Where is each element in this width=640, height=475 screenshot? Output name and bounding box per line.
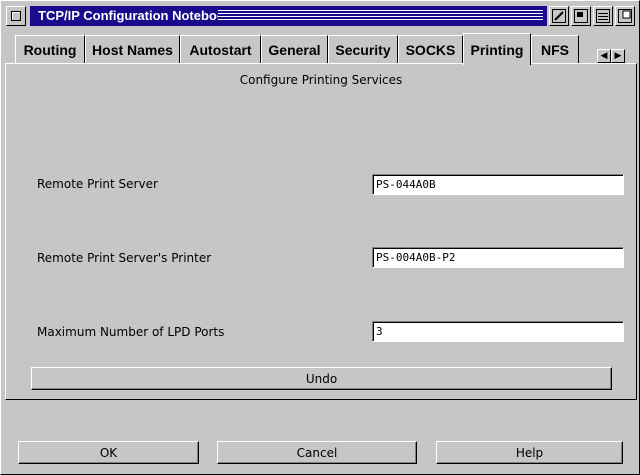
cancel-button[interactable]: Cancel	[217, 441, 417, 464]
ok-button[interactable]: OK	[18, 441, 199, 464]
remote-print-server-label: Remote Print Server	[37, 177, 158, 191]
tab-scroll-right-button[interactable]: ▶	[611, 49, 625, 63]
maximize-button[interactable]	[615, 6, 635, 26]
remote-printer-input[interactable]: PS-004A0B-P2	[372, 247, 624, 268]
remote-printer-label: Remote Print Server's Printer	[37, 251, 212, 265]
tab-scroll-left-button[interactable]: ◀	[597, 49, 611, 63]
tab-socks[interactable]: SOCKS	[398, 35, 463, 63]
minimize-button[interactable]	[571, 6, 591, 26]
edit-button[interactable]	[549, 6, 569, 26]
tab-security[interactable]: Security	[328, 35, 398, 63]
system-menu-icon	[11, 11, 21, 21]
maximize-icon	[618, 9, 632, 23]
tab-printing[interactable]: Printing	[463, 33, 531, 65]
max-lpd-ports-input[interactable]: 3	[372, 321, 624, 342]
arrow-right-icon: ▶	[614, 50, 622, 61]
undo-button[interactable]: Undo	[31, 367, 612, 390]
minimize-icon	[574, 9, 588, 23]
max-lpd-ports-label: Maximum Number of LPD Ports	[37, 325, 225, 339]
tcpip-config-window: TCP/IP Configuration Notebook Routing Ho…	[0, 0, 640, 475]
tab-routing[interactable]: Routing	[15, 35, 85, 63]
tab-nfs[interactable]: NFS	[531, 35, 579, 63]
window-title: TCP/IP Configuration Notebook	[38, 8, 233, 23]
arrow-left-icon: ◀	[600, 50, 608, 61]
tab-general[interactable]: General	[261, 35, 328, 63]
restore-button[interactable]	[593, 6, 613, 26]
title-bar[interactable]: TCP/IP Configuration Notebook	[4, 4, 638, 28]
remote-print-server-input[interactable]: PS-044A0B	[372, 174, 624, 195]
title-bar-texture	[218, 10, 543, 22]
pencil-icon	[552, 9, 566, 23]
system-menu-button[interactable]	[6, 6, 26, 26]
page-title: Configure Printing Services	[239, 73, 403, 87]
tab-host-names[interactable]: Host Names	[85, 35, 180, 63]
title-strip[interactable]: TCP/IP Configuration Notebook	[30, 6, 547, 26]
restore-icon	[596, 9, 610, 23]
tab-autostart[interactable]: Autostart	[180, 35, 261, 63]
printing-page: Configure Printing Services Remote Print…	[5, 63, 637, 400]
help-button[interactable]: Help	[436, 441, 623, 464]
